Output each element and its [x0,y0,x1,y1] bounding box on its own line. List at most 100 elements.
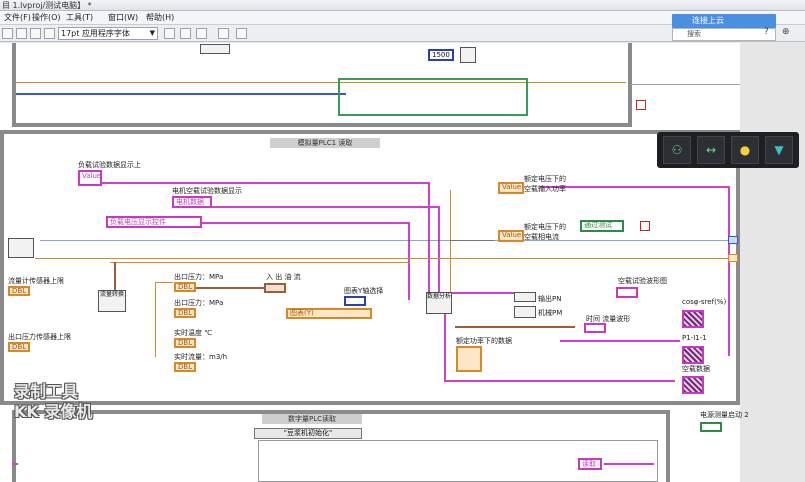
label-rated-voltage-current: 额定电压下的 [524,223,566,231]
stop-icon[interactable] [636,100,646,110]
distribute-icon[interactable] [180,28,191,39]
label-noload-curve: 空载试验波形图 [618,277,667,285]
label-motor-start: 电源测量启动 2 [700,411,749,419]
label-chart-y-select: 图表Y轴选择 [344,287,384,295]
menu-help[interactable]: 帮助(H) [146,11,174,25]
highlight-icon[interactable] [16,28,27,39]
wait-timer-icon[interactable] [460,47,476,63]
inner-case-structure [338,78,528,116]
wire-pink-1 [100,182,430,184]
watermark-line2: KK 录像机 [14,402,93,421]
floating-palette: ⚇ ↔ ● ▼ [657,132,799,168]
outlet-pressure-upper-ctrl[interactable]: DBL [8,342,30,352]
case-selector-value: "豆浆机初始化" [283,429,333,437]
wire-orange-3v [155,282,156,357]
wire-orange-4v [450,190,451,300]
cleanup-icon[interactable] [218,28,229,39]
wire-pink-bot-left [12,463,18,465]
wire-pink-3v [408,222,410,300]
chart-y-select-ctrl[interactable] [344,296,366,306]
window-title: 目 1.lvproj/测试电脑】 * [2,1,92,10]
realtime-temp-ind: DBL [174,338,196,348]
font-select[interactable]: 17pt 应用程序字体 ▼ [58,27,158,40]
value-ctrl-1[interactable]: Value [78,170,102,186]
wire-pink-3 [200,222,410,224]
analysis-subvi[interactable]: 数据分析 [426,292,452,314]
label-realtime-flow: 实时流量：m3/h [174,353,228,361]
font-select-value: 17pt 应用程序字体 [61,29,130,38]
pass-test-bool[interactable]: 通过测试 [580,220,624,232]
case-selector[interactable]: "豆浆机初始化" [254,428,362,439]
in-out-flow-array [264,283,286,293]
lightbulb-icon[interactable]: ● [731,136,759,164]
wire-pink-2 [210,206,440,208]
label-p1-i1: P1-I1-1 [682,334,707,342]
noload-data-graph [682,376,704,394]
help-search-input[interactable]: 搜索 [672,28,776,41]
network-icon[interactable]: ⚇ [663,136,691,164]
arrows-icon[interactable]: ↔ [697,136,725,164]
wire-pink-mid [560,340,680,342]
retain-wire-icon[interactable] [44,28,55,39]
label-load-data-display: 负载试验数据显示上 [78,161,141,169]
wire-orange-2 [110,262,410,263]
cloud-connect-button[interactable]: 连接上云 [672,14,776,28]
outlet-pressure-2-ind: DBL [174,308,196,318]
label-motor-noload-data: 电机空载试验数据显示 [172,187,242,195]
motor-data-ctrl[interactable]: 电机数据 [172,196,212,208]
align-icon[interactable] [164,28,175,39]
wire-brown-2 [455,326,575,328]
value-ctrl-2: Value [498,182,524,194]
wire-pink-top-right [540,186,730,188]
menu-file[interactable]: 文件(F) [4,11,31,25]
tshirt-icon[interactable]: ▼ [765,136,793,164]
chart-y-ring-ctrl[interactable]: 图表(Y) [286,308,372,319]
run-arrow-icon[interactable] [2,28,13,39]
outlet-pressure-1-ind: DBL [174,282,196,292]
cloud-button-label: 连接上云 [692,16,724,25]
label-realtime-temp: 实时温度 ℃ [174,329,213,337]
flowmeter-upper-ctrl[interactable]: DBL [8,286,30,296]
tools-icon[interactable] [236,28,247,39]
reorder-icon[interactable] [196,28,207,39]
load-test-ctrl[interactable]: 负载电压显示控件 [106,216,202,228]
label-cos-ref: cosφ-sref(%) [682,298,727,306]
convert-subvi[interactable]: 流量转换 [98,290,126,312]
help-icon[interactable]: ? [764,27,769,37]
wait-ms-constant[interactable]: 1500 [428,49,454,61]
output-power-node[interactable] [514,292,536,302]
wire-gray-top [630,84,740,85]
label-rated-power-data: 额定功率下的数据 [456,337,512,345]
time-flow-graph [584,323,606,333]
mech-power-node[interactable] [514,306,536,318]
wire-blue-top [16,93,346,95]
label-rated-voltage-input: 额定电压下的 [524,175,566,183]
tunnel-orange [728,254,738,262]
diagram-right-area [740,43,805,482]
wire-blue-long [40,240,735,241]
label-in-out-flow: 入 出 油 流 [266,273,301,281]
wire-orange-top [16,82,626,83]
motor-start-bool[interactable] [700,422,722,432]
label-mech-power: 机械PM [538,309,563,317]
shift-register-node[interactable] [8,238,34,258]
label-output-power: 输出PN [538,295,562,303]
step-into-icon[interactable] [30,28,41,39]
label-outlet-pressure-upper: 出口压力传感器上限 [8,333,71,341]
menu-window[interactable]: 窗口(W) [108,11,138,25]
label-outlet-pressure-2: 出口压力：MPa [174,299,224,307]
rated-power-cluster [456,346,482,372]
wire-pink-1v [428,182,430,300]
read-ctrl[interactable]: 读取 [578,458,602,470]
menu-operate[interactable]: 操作(O) [32,11,61,25]
property-node[interactable] [200,44,230,54]
title-bar: 目 1.lvproj/测试电脑】 * [0,0,805,11]
realtime-flow-ind: DBL [174,362,196,372]
stop-icon-2[interactable] [640,221,650,231]
context-help-icon[interactable]: ⊕ [782,27,790,37]
menu-tools[interactable]: 工具(T) [66,11,93,25]
value-ctrl-3: Value [498,230,524,242]
label-noload-data: 空载数据 [682,365,710,373]
wire-pink-right-v [728,186,730,356]
wire-pink-bot [604,463,654,465]
